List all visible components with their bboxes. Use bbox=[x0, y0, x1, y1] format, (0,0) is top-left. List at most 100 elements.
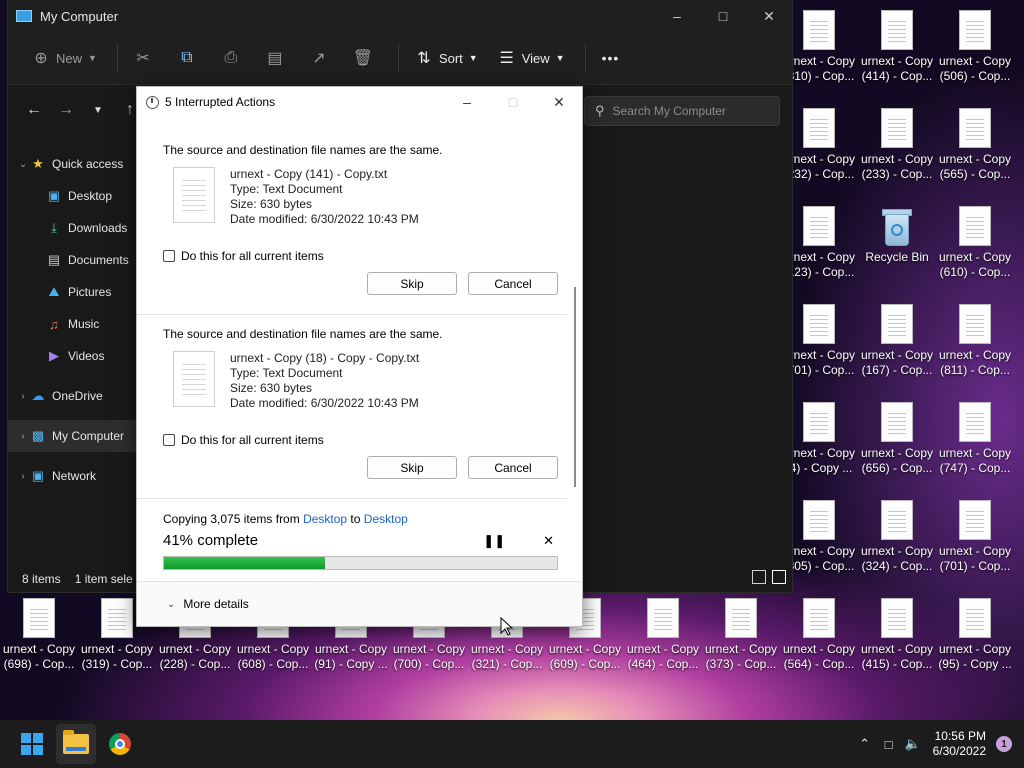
desktop-file-icon[interactable]: urnext - Copy (464) - Cop... bbox=[624, 598, 702, 672]
forward-arrow-icon[interactable]: → bbox=[52, 96, 80, 124]
desktop-icon-label: (233) - Cop... bbox=[861, 167, 933, 181]
desktop-file-icon[interactable]: urnext - Copy (701) - Cop... bbox=[936, 500, 1014, 574]
desktop-file-icon[interactable]: urnext - Copy (95) - Copy ... bbox=[936, 598, 1014, 672]
view-button[interactable]: ☰ View ▼ bbox=[490, 42, 573, 74]
desktop-file-icon[interactable]: urnext - Copy (414) - Cop... bbox=[858, 10, 936, 84]
sidebar-item-network[interactable]: › ▣ Network bbox=[8, 460, 136, 492]
paste-button[interactable]: ⎙ bbox=[214, 42, 254, 74]
chevron-up-icon[interactable]: ⌃ bbox=[853, 736, 877, 752]
source-link[interactable]: Desktop bbox=[303, 512, 347, 526]
share-button[interactable]: ↗ bbox=[302, 42, 342, 74]
back-arrow-icon[interactable]: ← bbox=[20, 96, 48, 124]
text-file-icon bbox=[959, 402, 991, 442]
desktop-file-icon[interactable]: urnext - Copy (167) - Cop... bbox=[858, 304, 936, 378]
checkbox-label: Do this for all current items bbox=[181, 433, 324, 447]
sidebar-item-documents[interactable]: ▤ Documents bbox=[8, 244, 136, 276]
explorer-titlebar: My Computer – □ ✕ bbox=[8, 0, 792, 32]
sidebar-item-my-computer[interactable]: › ▩ My Computer bbox=[8, 420, 136, 452]
taskbar-file-explorer[interactable] bbox=[56, 724, 96, 764]
desktop-file-icon[interactable]: urnext - Copy (747) - Cop... bbox=[936, 402, 1014, 476]
desktop-file-icon[interactable]: urnext - Copy (811) - Cop... bbox=[936, 304, 1014, 378]
desktop-file-icon[interactable]: urnext - Copy (415) - Cop... bbox=[858, 598, 936, 672]
desktop-icon-label: (700) - Cop... bbox=[393, 657, 465, 671]
delete-button[interactable]: 🗑 bbox=[346, 42, 386, 74]
taskbar-chrome[interactable] bbox=[100, 724, 140, 764]
more-options-button[interactable]: ••• bbox=[594, 42, 628, 74]
cancel-button[interactable]: Cancel bbox=[468, 272, 558, 295]
search-input[interactable]: ⚲ Search My Computer bbox=[584, 96, 780, 126]
maximize-button[interactable]: □ bbox=[700, 0, 746, 32]
desktop-icon-label: (464) - Cop... bbox=[627, 657, 699, 671]
desktop-file-icon[interactable]: urnext - Copy (698) - Cop... bbox=[0, 598, 78, 672]
large-icons-view-icon[interactable] bbox=[772, 570, 786, 584]
rename-button[interactable]: ▤ bbox=[258, 42, 298, 74]
desktop-icon-label: (747) - Cop... bbox=[939, 461, 1011, 475]
stop-icon[interactable]: ✕ bbox=[543, 533, 554, 549]
dialog-close-button[interactable]: ✕ bbox=[536, 87, 582, 117]
text-file-icon bbox=[959, 108, 991, 148]
do-for-all-checkbox-row[interactable]: Do this for all current items bbox=[163, 433, 558, 447]
do-for-all-checkbox[interactable] bbox=[163, 250, 175, 262]
skip-button[interactable]: Skip bbox=[367, 272, 457, 295]
pause-icon[interactable]: ❚❚ bbox=[483, 533, 505, 549]
sidebar-item-videos[interactable]: ▶ Videos bbox=[8, 340, 136, 372]
notification-badge[interactable]: 1 bbox=[996, 736, 1012, 752]
file-size: Size: 630 bytes bbox=[230, 381, 313, 395]
desktop-icon-label: (228) - Cop... bbox=[159, 657, 231, 671]
skip-button[interactable]: Skip bbox=[367, 456, 457, 479]
sidebar-item-quick-access[interactable]: ⌄ ★ Quick access bbox=[8, 148, 136, 180]
chevron-down-icon[interactable]: ⌄ bbox=[16, 159, 30, 170]
view-label: View bbox=[521, 50, 550, 66]
copy-button[interactable]: ⧉ bbox=[170, 42, 210, 74]
sidebar-item-onedrive[interactable]: › ☁ OneDrive bbox=[8, 380, 136, 412]
sidebar-item-music[interactable]: ♫ Music bbox=[8, 308, 136, 340]
dialog-scrollbar[interactable] bbox=[574, 287, 576, 487]
close-button[interactable]: ✕ bbox=[746, 0, 792, 32]
clock[interactable]: 10:56 PM 6/30/2022 bbox=[933, 729, 986, 759]
sort-button[interactable]: ⇅ Sort ▼ bbox=[407, 42, 486, 74]
search-icon: ⚲ bbox=[595, 103, 605, 118]
cut-button[interactable]: ✂ bbox=[126, 42, 166, 74]
more-details-button[interactable]: ⌄ More details bbox=[137, 581, 582, 626]
new-button[interactable]: ⊕ New ▼ bbox=[24, 42, 105, 74]
chevron-right-icon[interactable]: › bbox=[16, 471, 30, 482]
recycle-bin-desktop-icon[interactable]: Recycle Bin bbox=[858, 206, 936, 265]
sidebar-item-pictures[interactable]: ⛰ Pictures bbox=[8, 276, 136, 308]
computer-icon bbox=[16, 10, 32, 22]
dialog-titlebar: 5 Interrupted Actions – □ ✕ bbox=[137, 87, 582, 117]
file-name: urnext - Copy (141) - Copy.txt bbox=[230, 167, 388, 181]
network-icon[interactable]: □ bbox=[877, 737, 901, 752]
do-for-all-checkbox-row[interactable]: Do this for all current items bbox=[163, 249, 558, 263]
text-file-icon bbox=[881, 108, 913, 148]
cancel-button[interactable]: Cancel bbox=[468, 456, 558, 479]
volume-icon[interactable]: 🔈 bbox=[901, 736, 925, 752]
text-file-icon bbox=[803, 500, 835, 540]
desktop-file-icon[interactable]: urnext - Copy (373) - Cop... bbox=[702, 598, 780, 672]
sidebar-label: Quick access bbox=[52, 157, 124, 171]
sidebar-item-downloads[interactable]: ⤓ Downloads bbox=[8, 212, 136, 244]
do-for-all-checkbox[interactable] bbox=[163, 434, 175, 446]
recent-locations-icon[interactable]: ▼ bbox=[84, 96, 112, 124]
chevron-right-icon[interactable]: › bbox=[16, 431, 30, 442]
chevron-right-icon[interactable]: › bbox=[16, 391, 30, 402]
details-view-icon[interactable] bbox=[752, 570, 766, 584]
desktop-file-icon[interactable]: urnext - Copy (324) - Cop... bbox=[858, 500, 936, 574]
text-file-icon bbox=[959, 598, 991, 638]
text-file-icon bbox=[803, 402, 835, 442]
dialog-minimize-button[interactable]: – bbox=[444, 87, 490, 117]
minimize-button[interactable]: – bbox=[654, 0, 700, 32]
sidebar-item-desktop[interactable]: ▣ Desktop bbox=[8, 180, 136, 212]
desktop-file-icon[interactable]: urnext - Copy (564) - Cop... bbox=[780, 598, 858, 672]
conflict-item: The source and destination file names ar… bbox=[163, 327, 558, 479]
desktop-icon-label: (565) - Cop... bbox=[939, 167, 1011, 181]
desktop-file-icon[interactable]: urnext - Copy (565) - Cop... bbox=[936, 108, 1014, 182]
destination-link[interactable]: Desktop bbox=[364, 512, 408, 526]
desktop-file-icon[interactable]: urnext - Copy (233) - Cop... bbox=[858, 108, 936, 182]
desktop-file-icon[interactable]: urnext - Copy (610) - Cop... bbox=[936, 206, 1014, 280]
percent-complete: 41% complete bbox=[163, 532, 259, 549]
desktop-file-icon[interactable]: urnext - Copy (506) - Cop... bbox=[936, 10, 1014, 84]
desktop-file-icon[interactable]: urnext - Copy (656) - Cop... bbox=[858, 402, 936, 476]
start-button[interactable] bbox=[12, 724, 52, 764]
toolbar-separator bbox=[397, 44, 399, 72]
pictures-icon: ⛰ bbox=[48, 284, 60, 299]
